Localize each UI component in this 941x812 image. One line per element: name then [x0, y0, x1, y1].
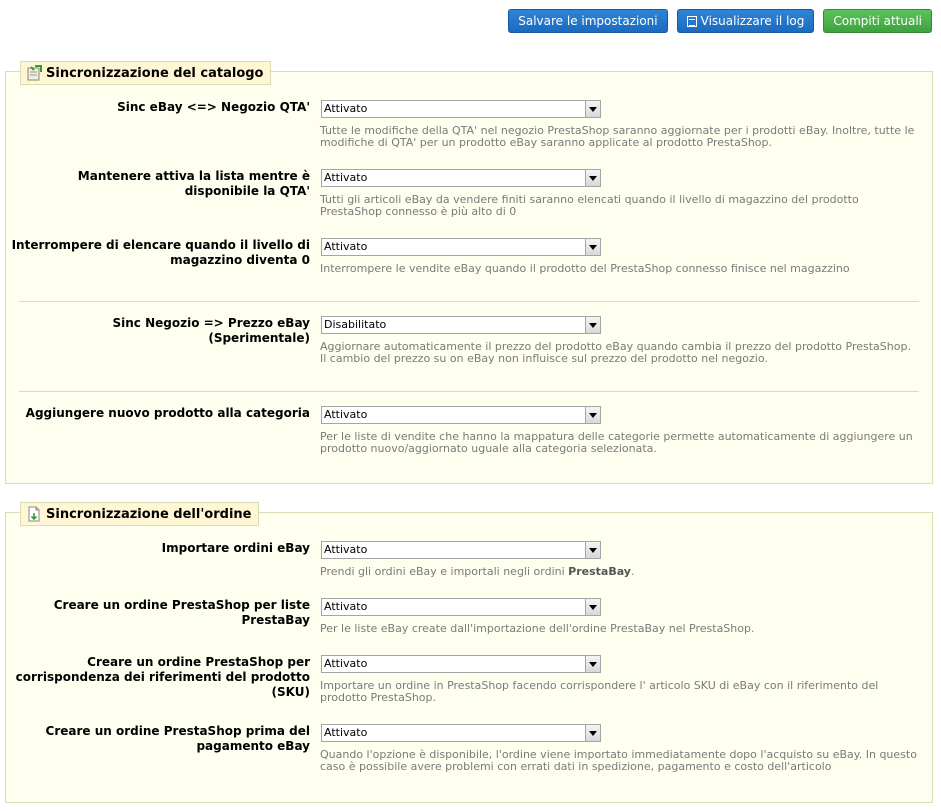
catalog-sync-title: Sincronizzazione del catalogo	[46, 65, 264, 81]
description-end: .	[630, 565, 635, 578]
view-log-button[interactable]: Visualizzare il log	[676, 9, 815, 33]
current-tasks-button[interactable]: Compiti attuali	[823, 9, 932, 33]
order-sync-title: Sincronizzazione dell'ordine	[46, 506, 252, 522]
chevron-down-icon	[585, 407, 600, 423]
description-bold: PrestaBay	[568, 565, 631, 578]
order-sync-panel: Sincronizzazione dell'ordine Importare o…	[5, 502, 933, 803]
chevron-down-icon	[585, 170, 600, 186]
chevron-down-icon	[585, 725, 600, 741]
divider	[19, 391, 919, 392]
setting-description: Prendi gli ordini eBay e importali negli…	[320, 566, 920, 578]
setting-description: Tutti gli articoli eBay da vendere finit…	[320, 193, 859, 218]
qty-sync-select[interactable]: Attivato	[321, 100, 601, 118]
select-value: Attivato	[324, 240, 368, 253]
setting-label: Interrompere di elencare quando il livel…	[11, 238, 310, 267]
order-for-listings-select[interactable]: Attivato	[321, 598, 601, 616]
order-by-sku-select[interactable]: Attivato	[321, 655, 601, 673]
setting-description: Quando l'opzione è disponibile, l'ordine…	[320, 748, 917, 773]
setting-label: Mantenere attiva la lista mentre è dispo…	[77, 169, 310, 198]
chevron-down-icon	[585, 656, 600, 672]
view-log-label: Visualizzare il log	[700, 14, 805, 28]
add-to-category-select[interactable]: Attivato	[321, 406, 601, 424]
current-tasks-label: Compiti attuali	[833, 14, 922, 28]
setting-label: Importare ordini eBay	[161, 541, 310, 555]
select-value: Attivato	[324, 102, 368, 115]
import-orders-select[interactable]: Attivato	[321, 541, 601, 559]
stop-listing-select[interactable]: Attivato	[321, 238, 601, 256]
setting-label: Sinc Negozio => Prezzo eBay (Sperimental…	[112, 316, 311, 345]
select-value: Attivato	[324, 726, 368, 739]
order-sync-legend: Sincronizzazione dell'ordine	[20, 502, 260, 526]
log-icon	[686, 15, 697, 27]
setting-label: Aggiungere nuovo prodotto alla categoria	[25, 406, 310, 420]
chevron-down-icon	[585, 101, 600, 117]
order-import-icon	[26, 506, 42, 522]
setting-label: Creare un ordine PrestaShop per corrispo…	[15, 655, 310, 699]
chevron-down-icon	[585, 599, 600, 615]
description-text: Prendi gli ordini eBay e importali negli…	[320, 565, 569, 578]
setting-description: Per le liste di vendite che hanno la map…	[320, 430, 913, 455]
catalog-sync-panel: Sincronizzazione del catalogo Sinc eBay …	[5, 61, 933, 484]
setting-description: Importare un ordine in PrestaShop facend…	[320, 679, 879, 704]
setting-description: Tutte le modifiche della QTA' nel negozi…	[320, 124, 915, 149]
chevron-down-icon	[585, 317, 600, 333]
catalog-sync-legend: Sincronizzazione del catalogo	[20, 61, 272, 85]
setting-label: Sinc eBay <=> Negozio QTA'	[117, 100, 310, 114]
select-value: Attivato	[324, 600, 368, 613]
select-value: Disabilitato	[324, 318, 387, 331]
chevron-down-icon	[585, 239, 600, 255]
select-value: Attivato	[324, 408, 368, 421]
setting-description: Aggiornare automaticamente il prezzo del…	[320, 340, 911, 365]
keep-listing-select[interactable]: Attivato	[321, 169, 601, 187]
select-value: Attivato	[324, 657, 368, 670]
setting-description: Interrompere le vendite eBay quando il p…	[320, 262, 850, 275]
setting-label: Creare un ordine PrestaShop per liste Pr…	[53, 598, 310, 627]
toolbar: Salvare le impostazioni Visualizzare il …	[508, 9, 932, 33]
chevron-down-icon	[585, 542, 600, 558]
save-settings-button[interactable]: Salvare le impostazioni	[508, 9, 668, 33]
select-value: Attivato	[324, 171, 368, 184]
price-sync-select[interactable]: Disabilitato	[321, 316, 601, 334]
select-value: Attivato	[324, 543, 368, 556]
divider	[19, 301, 919, 302]
save-settings-label: Salvare le impostazioni	[518, 14, 658, 28]
setting-label: Creare un ordine PrestaShop prima del pa…	[45, 724, 310, 753]
setting-description: Per le liste eBay create dall'importazio…	[320, 622, 755, 635]
catalog-sync-icon	[26, 65, 42, 81]
order-before-payment-select[interactable]: Attivato	[321, 724, 601, 742]
